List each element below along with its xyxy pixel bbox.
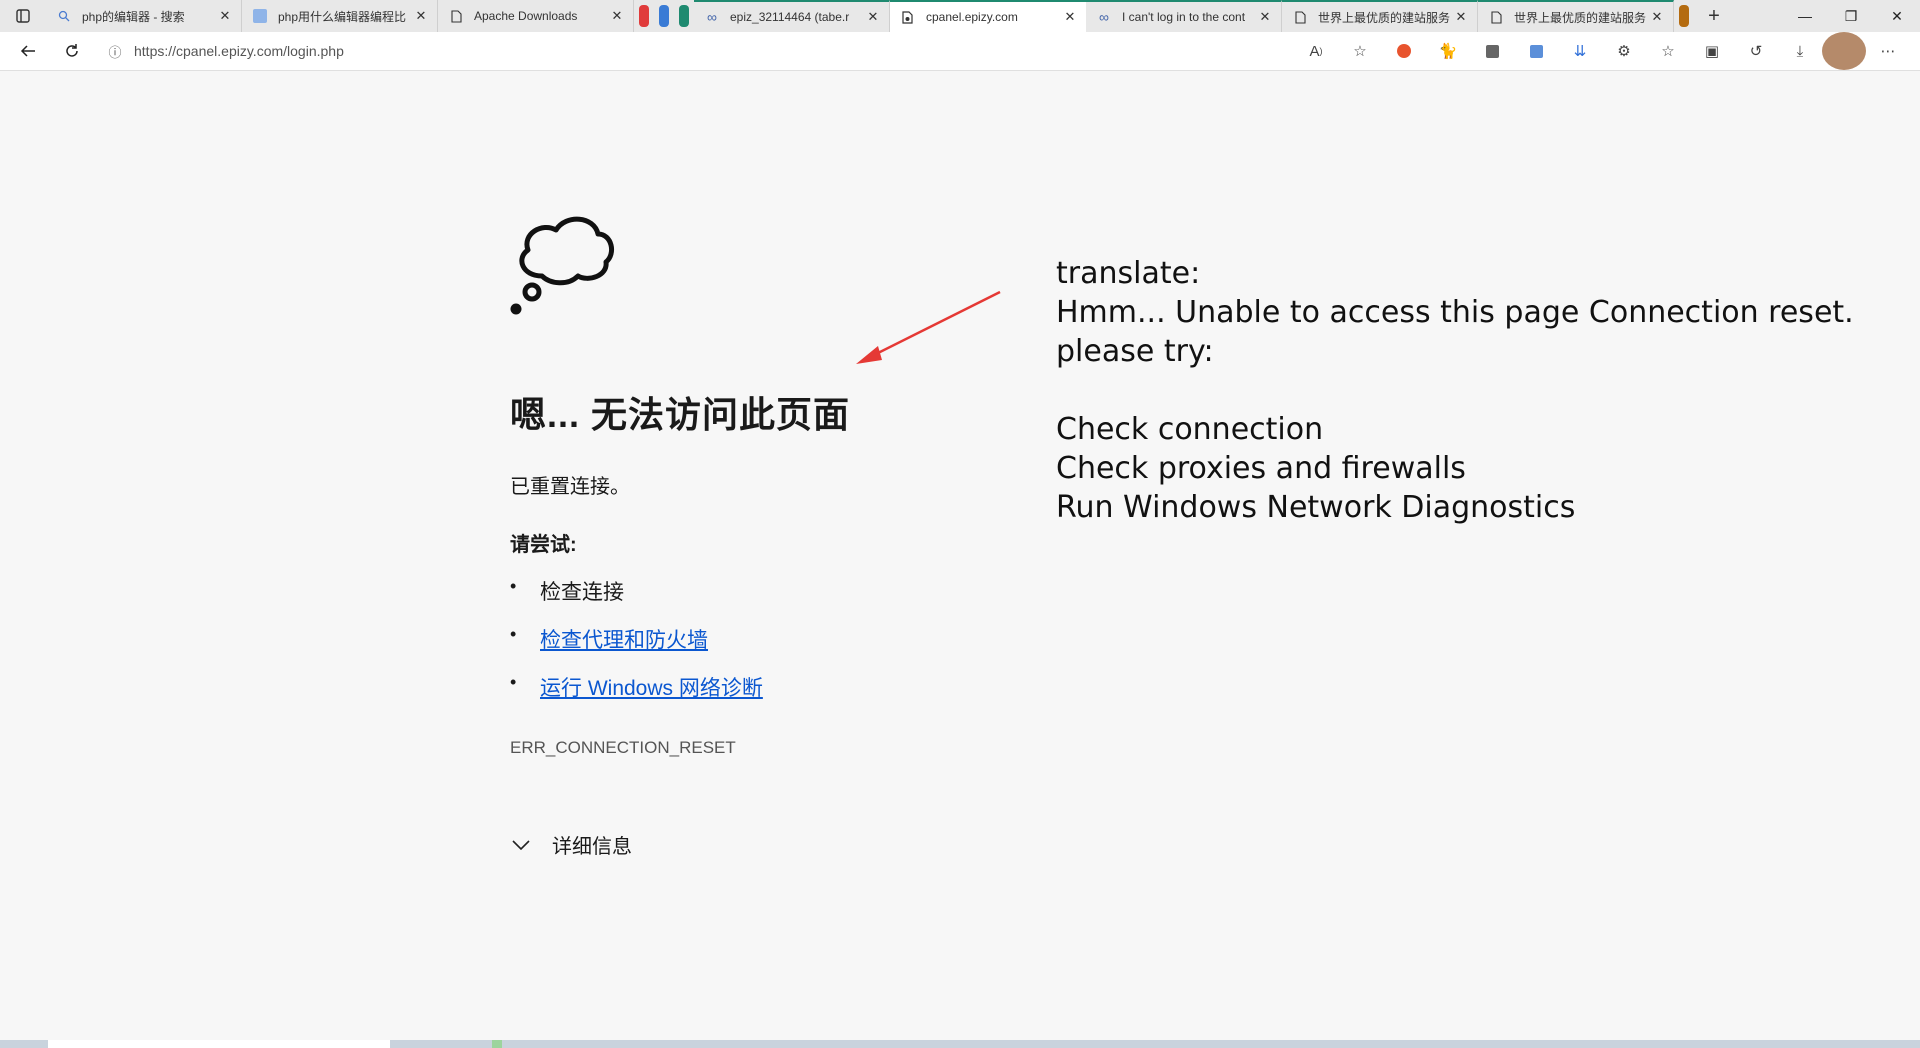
thought-cloud-icon [510,216,615,315]
tab[interactable]: 世界上最优质的建站服务 ✕ [1282,0,1478,32]
close-tab-icon[interactable]: ✕ [413,8,429,24]
close-window-button[interactable]: ✕ [1874,0,1920,32]
error-code: ERR_CONNECTION_RESET [510,738,736,757]
window-controls: — ❐ ✕ [1782,0,1920,32]
tab-active[interactable]: cpanel.epizy.com ✕ [890,0,1086,32]
tab[interactable]: ∞ epiz_32114464 (tabe.r ✕ [694,0,890,32]
translation-annotation: translate: Hmm... Unable to access this … [1056,254,1854,527]
tab-actions-button[interactable] [0,0,46,32]
error-description: 已重置连接。 [510,476,630,498]
error-title: 嗯... 无法访问此页面 [510,394,851,435]
annotation-line: please try: [1056,334,1214,369]
list-item: • 检查连接 [510,576,763,624]
red-arrow-annotation [856,290,1001,364]
page-icon [1292,9,1308,25]
close-tab-icon[interactable]: ✕ [217,8,233,24]
tip-check-connection: 检查连接 [540,581,624,604]
page-icon [448,8,464,24]
extension-box-icon[interactable] [1470,32,1514,70]
infinity-icon: ∞ [1099,9,1109,25]
suggestion-list: • 检查连接 • 检查代理和防火墙 • 运行 Windows 网络诊断 [510,576,763,720]
close-tab-icon[interactable]: ✕ [1257,9,1273,25]
add-favorite-icon[interactable]: ☆ [1338,32,1382,70]
read-aloud-icon[interactable]: A) [1294,32,1338,70]
list-item: • 运行 Windows 网络诊断 [510,672,763,720]
downloads-icon[interactable]: ⤓ [1778,32,1822,70]
site-icon [252,8,268,24]
tip-check-proxy-link[interactable]: 检查代理和防火墙 [540,624,708,654]
extension-cat-icon[interactable]: 🐈 [1426,32,1470,70]
page-icon [900,9,916,25]
close-tab-icon[interactable]: ✕ [1453,9,1469,25]
close-tab-icon[interactable]: ✕ [609,8,625,24]
extension-download-icon[interactable]: ⇊ [1558,32,1602,70]
annotation-line: Check connection [1056,412,1324,447]
tab-group-blue[interactable] [659,5,669,27]
annotation-line: Check proxies and firewalls [1056,451,1466,486]
tab[interactable]: ∞ I can't log in to the cont ✕ [1086,0,1282,32]
infinity-icon: ∞ [707,9,717,25]
plus-icon: + [1708,4,1720,27]
taskbar-edge [0,1040,1920,1048]
back-arrow-icon [20,45,35,57]
bullet: • [510,576,517,596]
list-item: • 检查代理和防火墙 [510,624,763,672]
extensions-puzzle-icon[interactable]: ⚙ [1602,32,1646,70]
search-icon [56,8,72,24]
tab-title: 世界上最优质的建站服务 [1318,10,1451,25]
annotation-spacer [1056,371,1854,410]
tab[interactable]: 世界上最优质的建站服务 ✕ [1478,0,1674,32]
details-label: 详细信息 [552,836,632,858]
close-tab-icon[interactable]: ✕ [1062,9,1078,25]
tab-group-red[interactable] [639,5,649,27]
tab-title: php用什么编辑器编程比 [278,9,407,24]
more-menu-icon[interactable]: ⋯ [1866,32,1910,70]
toolbar-icons: A) ☆ 🐈 ⇊ ⚙ ☆ ▣ ↺ ⤓ ⋯ [1294,32,1910,70]
details-toggle[interactable]: 详细信息 [512,830,632,859]
tab-title: 世界上最优质的建站服务 [1514,10,1647,25]
info-icon[interactable]: ⓘ [100,42,130,61]
tip-network-diagnostics-link[interactable]: 运行 Windows 网络诊断 [540,672,763,702]
history-icon[interactable]: ↺ [1734,32,1778,70]
url-text[interactable]: https://cpanel.epizy.com/login.php [134,43,344,59]
tab-title: cpanel.epizy.com [926,10,1018,24]
tab-title: Apache Downloads [474,9,578,23]
tab-title: php的编辑器 - 搜索 [82,9,185,24]
annotation-line: translate: [1056,256,1201,291]
taskbar-window [48,1040,390,1048]
tab-actions-icon [16,9,30,23]
minimize-button[interactable]: — [1782,0,1828,32]
page-icon [1488,9,1504,25]
taskbar-indicator [492,1040,502,1048]
tab[interactable]: Apache Downloads ✕ [438,0,634,32]
tab-group-teal[interactable] [679,5,689,27]
annotation-line: Run Windows Network Diagnostics [1056,490,1576,525]
refresh-icon [66,44,78,57]
bullet: • [510,624,517,644]
tab-title: epiz_32114464 (tabe.r [730,10,850,24]
close-tab-icon[interactable]: ✕ [1649,9,1665,25]
extension-blue-icon[interactable] [1514,32,1558,70]
tab[interactable]: php的编辑器 - 搜索 ✕ [46,0,242,32]
refresh-button[interactable] [50,32,94,70]
restore-button[interactable]: ❐ [1828,0,1874,32]
tab-title: I can't log in to the cont [1122,10,1246,24]
try-heading: 请尝试: [510,534,577,556]
close-tab-icon[interactable]: ✕ [865,9,881,25]
annotation-line: Hmm... Unable to access this page Connec… [1056,295,1854,330]
back-button[interactable] [6,32,50,70]
favorites-icon[interactable]: ☆ [1646,32,1690,70]
tab-strip: php的编辑器 - 搜索 ✕ php用什么编辑器编程比 ✕ Apache Dow… [0,0,1920,32]
collections-icon[interactable]: ▣ [1690,32,1734,70]
profile-avatar[interactable] [1822,32,1866,70]
address-bar[interactable]: ⓘ https://cpanel.epizy.com/login.php [100,36,1340,66]
tab[interactable]: php用什么编辑器编程比 ✕ [242,0,438,32]
browser-toolbar: ⓘ https://cpanel.epizy.com/login.php A) … [0,32,1920,71]
extension-red-icon[interactable] [1382,32,1426,70]
bullet: • [510,672,517,692]
tab-group-orange[interactable] [1679,5,1689,27]
chevron-down-icon [512,834,552,855]
new-tab-button[interactable]: + [1694,0,1734,32]
